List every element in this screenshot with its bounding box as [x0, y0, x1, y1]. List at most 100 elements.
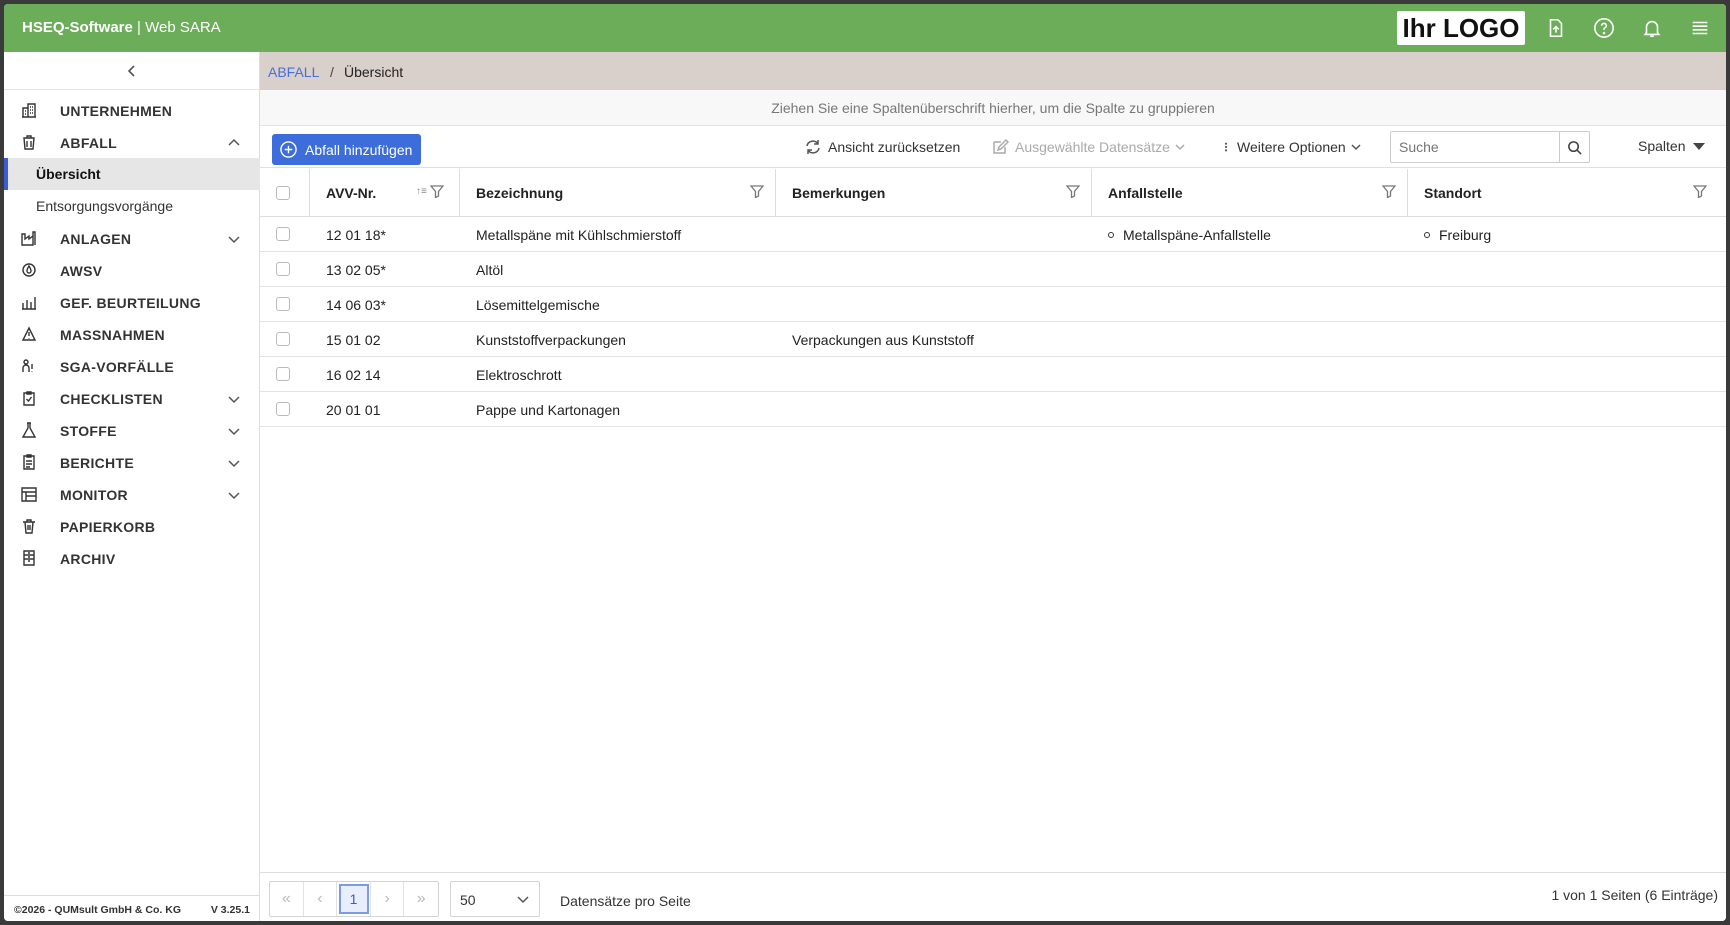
- filter-icon[interactable]: [1381, 184, 1397, 199]
- sidebar-item-sga-vorfaelle[interactable]: SGA-VORFÄLLE: [4, 350, 260, 382]
- page-number-label: 1: [338, 884, 369, 914]
- next-page-button[interactable]: ›: [371, 882, 405, 916]
- chevron-left-icon: ‹: [317, 890, 323, 907]
- upload-icon[interactable]: [1396, 14, 1424, 42]
- cell-text: Elektroschrott: [476, 367, 562, 383]
- search-button[interactable]: [1559, 132, 1589, 162]
- add-abfall-button[interactable]: Abfall hinzufügen: [272, 134, 421, 165]
- row-checkbox[interactable]: [276, 297, 290, 311]
- upload-file-icon[interactable]: [1542, 14, 1570, 42]
- table-row[interactable]: 14 06 03* Lösemittelgemische: [260, 287, 1726, 322]
- row-checkbox[interactable]: [276, 332, 290, 346]
- sort-icon[interactable]: ↑≡: [416, 186, 427, 197]
- sidebar-nav: UNTERNEHMEN ABFALL Übersicht Entsorgungs…: [4, 94, 260, 574]
- selected-records-label: Ausgewählte Datensätze: [1015, 139, 1170, 155]
- header-standort[interactable]: Standort: [1408, 169, 1726, 217]
- chevron-down-icon: [228, 456, 240, 468]
- header-anfallstelle[interactable]: Anfallstelle: [1092, 169, 1408, 217]
- last-page-button[interactable]: »: [404, 882, 438, 916]
- chevron-down-icon: [228, 392, 240, 404]
- bell-icon[interactable]: [1638, 14, 1666, 42]
- header-avv-nr[interactable]: AVV-Nr. ↑≡: [310, 169, 460, 217]
- table-row[interactable]: 15 01 02 Kunststoffverpackungen Verpacku…: [260, 322, 1726, 357]
- filter-icon[interactable]: [749, 184, 765, 199]
- cell-avv: 15 01 02: [310, 322, 460, 357]
- filter-icon[interactable]: [1065, 184, 1081, 199]
- sidebar-item-archiv[interactable]: ARCHIV: [4, 542, 260, 574]
- table-row[interactable]: 16 02 14 Elektroschrott: [260, 357, 1726, 392]
- selected-records-button[interactable]: Ausgewählte Datensätze: [991, 138, 1185, 156]
- more-options-button[interactable]: Weitere Optionen: [1221, 138, 1361, 156]
- more-options-label: Weitere Optionen: [1237, 139, 1346, 155]
- sidebar-item-label: GEF. BEURTEILUNG: [60, 295, 201, 311]
- chevron-down-icon: [1351, 144, 1361, 151]
- table-row[interactable]: 13 02 05* Altöl: [260, 252, 1726, 287]
- sidebar-subitem-uebersicht[interactable]: Übersicht: [4, 158, 260, 190]
- sidebar-item-stoffe[interactable]: STOFFE: [4, 414, 260, 446]
- sidebar-item-monitor[interactable]: MONITOR: [4, 478, 260, 510]
- cell-bemerkungen: [776, 287, 1092, 322]
- search-icon: [1568, 140, 1582, 155]
- data-grid: AVV-Nr. ↑≡ Bezeichnung Bemerkungen Anfal…: [260, 169, 1726, 427]
- header-bezeichnung[interactable]: Bezeichnung: [460, 169, 776, 217]
- columns-button[interactable]: Spalten: [1638, 138, 1706, 154]
- sidebar-item-checklisten[interactable]: CHECKLISTEN: [4, 382, 260, 414]
- sidebar-item-gef-beurteilung[interactable]: GEF. BEURTEILUNG: [4, 286, 260, 318]
- hamburger-menu-icon[interactable]: [1686, 14, 1714, 42]
- header-select-all-cell: [260, 169, 310, 217]
- factory-icon: [21, 230, 37, 246]
- group-panel-hint[interactable]: Ziehen Sie eine Spaltenüberschrift hierh…: [260, 90, 1726, 126]
- table-row[interactable]: 12 01 18* Metallspäne mit Kühlschmiersto…: [260, 217, 1726, 252]
- page-size-select[interactable]: 50: [450, 881, 540, 917]
- header-bemerkungen[interactable]: Bemerkungen: [776, 169, 1092, 217]
- chevron-down-icon: [228, 424, 240, 436]
- sidebar-item-papierkorb[interactable]: PAPIERKORB: [4, 510, 260, 542]
- double-chevron-left-icon: «: [281, 890, 291, 907]
- cell-bezeichnung: Lösemittelgemische: [460, 287, 776, 322]
- row-checkbox[interactable]: [276, 262, 290, 276]
- building-icon: [21, 102, 37, 118]
- cell-text: Verpackungen aus Kunststoff: [792, 332, 974, 348]
- sidebar-item-unternehmen[interactable]: UNTERNEHMEN: [4, 94, 260, 126]
- help-icon[interactable]: [1590, 14, 1618, 42]
- first-page-button[interactable]: «: [270, 882, 304, 916]
- breadcrumb: ABFALL / Übersicht: [260, 52, 1726, 90]
- sidebar-item-label: BERICHTE: [60, 455, 134, 471]
- cell-text: 20 01 01: [326, 402, 381, 418]
- previous-page-button[interactable]: ‹: [304, 882, 338, 916]
- brand-product: | Web SARA: [132, 19, 221, 36]
- sidebar-item-label: PAPIERKORB: [60, 519, 156, 535]
- sidebar-subitem-label: Entsorgungsvorgänge: [36, 198, 173, 214]
- grid-toolbar: Abfall hinzufügen Ansicht zurücksetzen A…: [260, 126, 1726, 168]
- cell-text: Kunststoffverpackungen: [476, 332, 626, 348]
- sidebar-subitem-entsorgungsvorgaenge[interactable]: Entsorgungsvorgänge: [4, 190, 260, 222]
- table-row[interactable]: 20 01 01 Pappe und Kartonagen: [260, 392, 1726, 427]
- reset-view-button[interactable]: Ansicht zurücksetzen: [804, 138, 960, 156]
- sidebar-item-abfall[interactable]: ABFALL: [4, 126, 260, 158]
- chevron-right-icon: ›: [384, 890, 390, 907]
- cell-text: Freiburg: [1439, 227, 1492, 243]
- sidebar-collapse-button[interactable]: [4, 52, 260, 90]
- sidebar-item-label: AWSV: [60, 263, 103, 279]
- row-checkbox[interactable]: [276, 227, 290, 241]
- filter-icon[interactable]: [429, 184, 445, 199]
- select-all-checkbox[interactable]: [276, 186, 290, 200]
- cell-bemerkungen: Verpackungen aus Kunststoff: [776, 322, 1092, 357]
- sidebar-item-awsv[interactable]: AWSV: [4, 254, 260, 286]
- sidebar-item-anlagen[interactable]: ANLAGEN: [4, 222, 260, 254]
- cell-anfallstelle: [1092, 252, 1408, 287]
- row-select-cell: [260, 217, 310, 252]
- search-input[interactable]: [1391, 132, 1559, 162]
- row-checkbox[interactable]: [276, 367, 290, 381]
- breadcrumb-link-abfall[interactable]: ABFALL: [268, 64, 319, 80]
- filter-icon[interactable]: [1692, 184, 1708, 199]
- sidebar-subitem-label: Übersicht: [36, 166, 101, 182]
- sidebar-item-berichte[interactable]: BERICHTE: [4, 446, 260, 478]
- plus-circle-icon: [280, 141, 297, 158]
- row-checkbox[interactable]: [276, 402, 290, 416]
- page-number-button[interactable]: 1: [337, 882, 371, 916]
- sidebar-item-massnahmen[interactable]: MASSNAHMEN: [4, 318, 260, 350]
- cell-avv: 12 01 18*: [310, 217, 460, 252]
- page-info: 1 von 1 Seiten (6 Einträge): [1551, 887, 1718, 903]
- cell-text: Metallspäne-Anfallstelle: [1123, 227, 1271, 243]
